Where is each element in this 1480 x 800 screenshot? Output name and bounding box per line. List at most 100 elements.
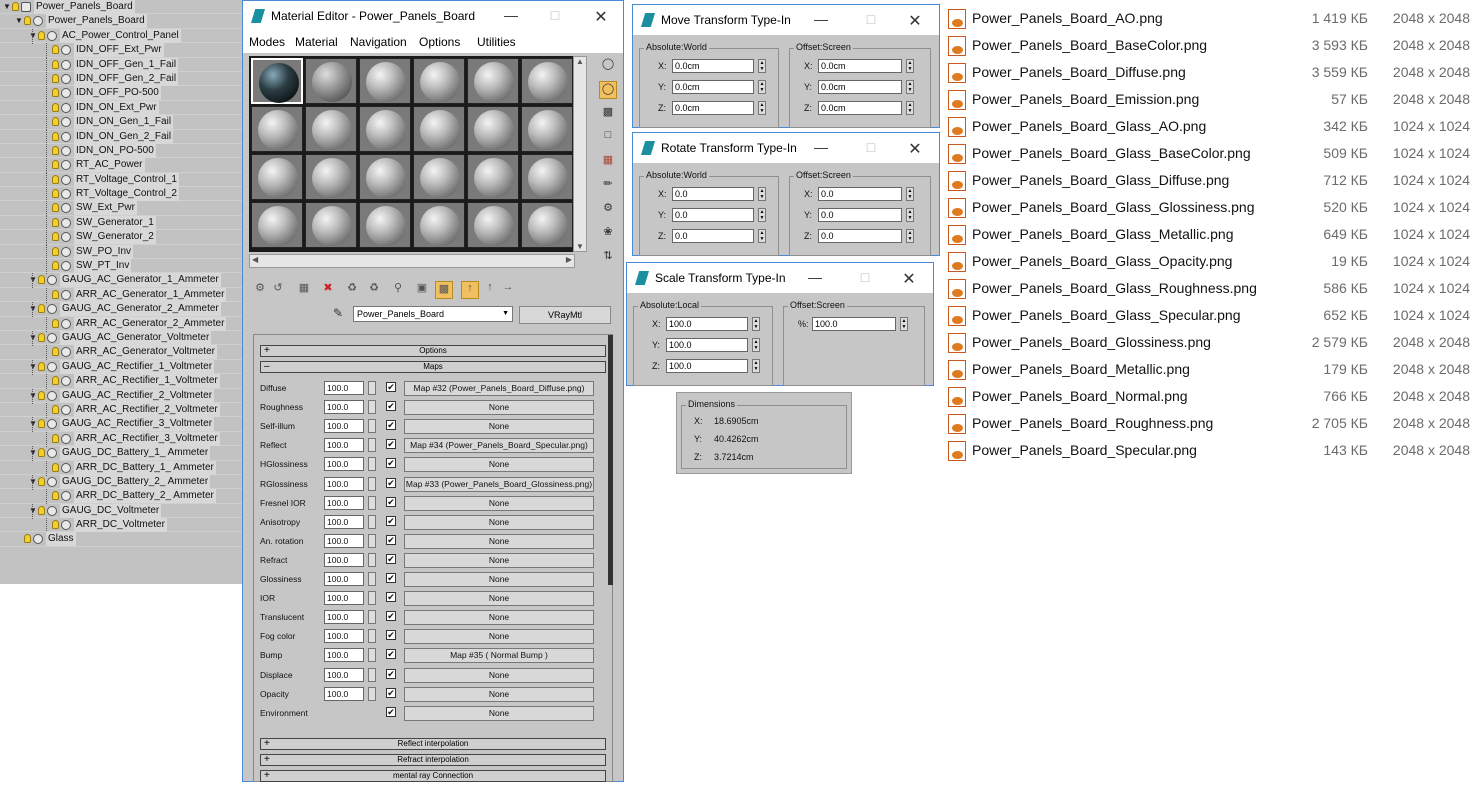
light-bulb-icon[interactable] (52, 289, 59, 299)
map-amount-spinner[interactable] (368, 381, 376, 395)
light-bulb-icon[interactable] (52, 88, 59, 98)
tree-row[interactable]: IDN_ON_PO-500 (0, 143, 242, 159)
map-slot-button[interactable]: None (404, 533, 594, 549)
light-bulb-icon[interactable] (38, 275, 45, 285)
material-name-field[interactable]: Power_Panels_Board ▼ (353, 306, 513, 322)
freeze-icon[interactable] (61, 261, 71, 272)
tree-row[interactable]: IDN_OFF_PO-500 (0, 86, 242, 102)
material-slot[interactable] (413, 106, 465, 152)
material-slot[interactable] (251, 106, 303, 152)
light-bulb-icon[interactable] (24, 16, 31, 26)
axis-input[interactable]: 100.0 (666, 359, 748, 373)
map-enable-checkbox[interactable]: ✔ (386, 477, 396, 488)
light-bulb-icon[interactable] (52, 145, 59, 155)
map-amount-input[interactable]: 100.0 (324, 533, 364, 548)
close-icon[interactable]: ✕ (591, 7, 611, 27)
tree-row[interactable]: ▼ Power_Panels_Board (0, 14, 242, 29)
light-bulb-icon[interactable] (52, 45, 59, 55)
freeze-icon[interactable] (47, 476, 57, 487)
map-slot-button[interactable]: Map #34 (Power_Panels_Board_Specular.png… (404, 438, 594, 454)
assign-material-icon[interactable]: ▦ (295, 281, 313, 299)
map-enable-checkbox[interactable]: ✔ (386, 706, 396, 717)
map-slot-button[interactable]: None (404, 705, 594, 721)
select-by-material-icon[interactable]: ❀ (599, 225, 617, 243)
light-bulb-icon[interactable] (38, 390, 45, 400)
tree-row[interactable]: ▼ GAUG_DC_Battery_2_ Ammeter (0, 474, 242, 490)
menu-options[interactable]: Options (419, 35, 460, 49)
map-amount-spinner[interactable] (368, 591, 376, 606)
expand-toggle-icon[interactable]: ▼ (15, 14, 23, 28)
freeze-icon[interactable] (61, 145, 71, 156)
light-bulb-icon[interactable] (52, 73, 59, 83)
material-slot[interactable] (305, 106, 357, 152)
freeze-icon[interactable] (61, 404, 71, 415)
material-slot[interactable] (413, 154, 465, 200)
refract-interpolation-rollout[interactable]: + Refract interpolation (260, 754, 606, 766)
light-bulb-icon[interactable] (38, 476, 45, 486)
make-unique-icon[interactable]: ♻ (365, 281, 383, 299)
map-enable-checkbox[interactable]: ✔ (386, 668, 396, 679)
tree-row[interactable]: SW_PO_Inv (0, 244, 242, 260)
freeze-icon[interactable] (47, 304, 57, 315)
axis-input[interactable]: 0.0cm (672, 59, 754, 73)
map-amount-spinner[interactable] (368, 552, 376, 567)
freeze-icon[interactable] (61, 88, 71, 99)
map-slot-button[interactable]: Map #32 (Power_Panels_Board_Diffuse.png) (404, 381, 594, 396)
light-bulb-icon[interactable] (52, 261, 59, 271)
material-slot[interactable] (467, 202, 519, 248)
freeze-icon[interactable] (61, 347, 71, 358)
map-slot-button[interactable]: None (404, 400, 594, 416)
light-bulb-icon[interactable] (38, 505, 45, 515)
map-amount-input[interactable]: 100.0 (324, 457, 364, 472)
expand-toggle-icon[interactable]: ▼ (29, 29, 37, 43)
map-amount-spinner[interactable] (368, 686, 376, 701)
light-bulb-icon[interactable] (52, 59, 59, 69)
file-row[interactable]: Power_Panels_Board_Glass_Glossiness.png 5… (946, 195, 1476, 221)
material-slot[interactable] (251, 202, 303, 248)
tree-row[interactable]: ▼ Power_Panels_Board (0, 0, 242, 15)
tree-row[interactable]: RT_Voltage_Control_2 (0, 187, 242, 203)
map-amount-spinner[interactable] (368, 476, 376, 491)
close-icon[interactable]: ✕ (899, 269, 919, 289)
material-slot[interactable] (467, 106, 519, 152)
material-slot[interactable] (359, 106, 411, 152)
map-enable-checkbox[interactable]: ✔ (386, 573, 396, 583)
light-bulb-icon[interactable] (38, 448, 45, 458)
reflect-interpolation-rollout[interactable]: + Reflect interpolation (260, 738, 606, 750)
axis-input[interactable]: 0.0cm (818, 59, 902, 73)
axis-spinner[interactable]: ▲ ▼ (906, 59, 914, 73)
freeze-icon[interactable] (61, 45, 71, 56)
map-enable-checkbox[interactable]: ✔ (386, 382, 396, 392)
axis-spinner[interactable]: ▲ ▼ (758, 187, 766, 201)
map-enable-checkbox[interactable]: ✔ (386, 401, 396, 412)
map-amount-spinner[interactable] (368, 514, 376, 529)
sample-type-icon[interactable]: ◯ (599, 57, 617, 75)
freeze-icon[interactable] (61, 232, 71, 243)
file-row[interactable]: Power_Panels_Board_Glass_AO.png 342 КБ 102… (946, 114, 1476, 140)
map-enable-checkbox[interactable]: ✔ (386, 649, 396, 660)
axis-input[interactable]: 0.0 (818, 208, 902, 222)
material-slot[interactable] (359, 154, 411, 200)
maps-rollout[interactable]: – Maps (260, 361, 606, 373)
tree-row[interactable]: ARR_AC_Generator_2_Ammeter (0, 316, 242, 332)
map-amount-input[interactable]: 100.0 (324, 648, 364, 663)
light-bulb-icon[interactable] (38, 419, 45, 429)
material-slot[interactable] (521, 106, 573, 152)
axis-spinner[interactable]: ▲ ▼ (906, 187, 914, 201)
eyedropper-icon[interactable]: ✎ (333, 306, 343, 320)
file-row[interactable]: Power_Panels_Board_Glass_Roughness.png 58… (946, 276, 1476, 302)
map-amount-input[interactable]: 100.0 (324, 400, 364, 415)
params-scrollbar[interactable] (608, 335, 613, 585)
light-bulb-icon[interactable] (12, 2, 19, 11)
freeze-icon[interactable] (61, 433, 71, 444)
tree-row[interactable]: SW_PT_Inv (0, 259, 242, 275)
light-bulb-icon[interactable] (38, 361, 45, 371)
freeze-icon[interactable] (61, 73, 71, 84)
expand-toggle-icon[interactable]: ▼ (29, 302, 37, 316)
map-amount-input[interactable]: 100.0 (324, 686, 364, 701)
close-icon[interactable]: ✕ (905, 139, 925, 159)
axis-spinner[interactable]: ▲ ▼ (752, 317, 760, 331)
freeze-icon[interactable] (61, 491, 71, 502)
scroll-down-icon[interactable]: ▼ (574, 242, 586, 251)
slots-vertical-scrollbar[interactable]: ▲ ▼ (573, 56, 587, 252)
